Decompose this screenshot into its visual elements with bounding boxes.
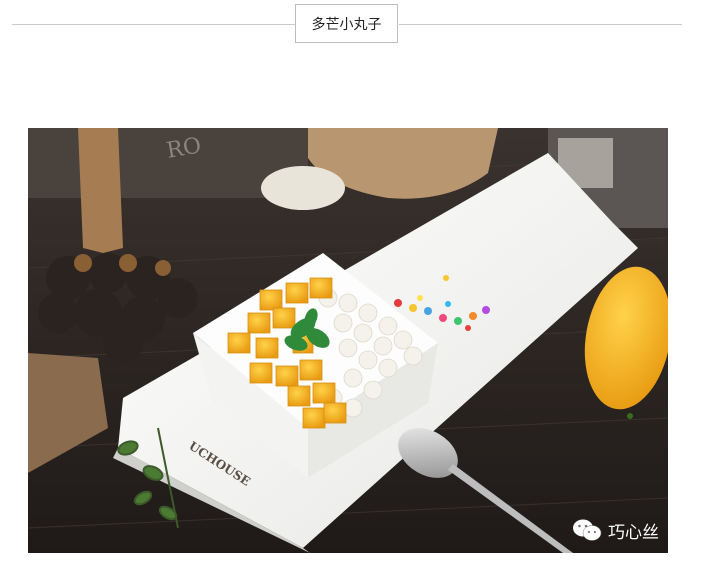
watermark: 巧心丝	[572, 516, 659, 544]
header-rule-left	[12, 24, 296, 25]
wechat-icon	[573, 519, 602, 541]
section-title-text: 多芒小丸子	[311, 16, 382, 33]
dessert-photo: RO UCHOUSE	[28, 128, 668, 553]
header-rule-right	[399, 24, 682, 25]
section-title: 多芒小丸子	[295, 4, 398, 43]
watermark-text: 巧心丝	[608, 522, 659, 543]
